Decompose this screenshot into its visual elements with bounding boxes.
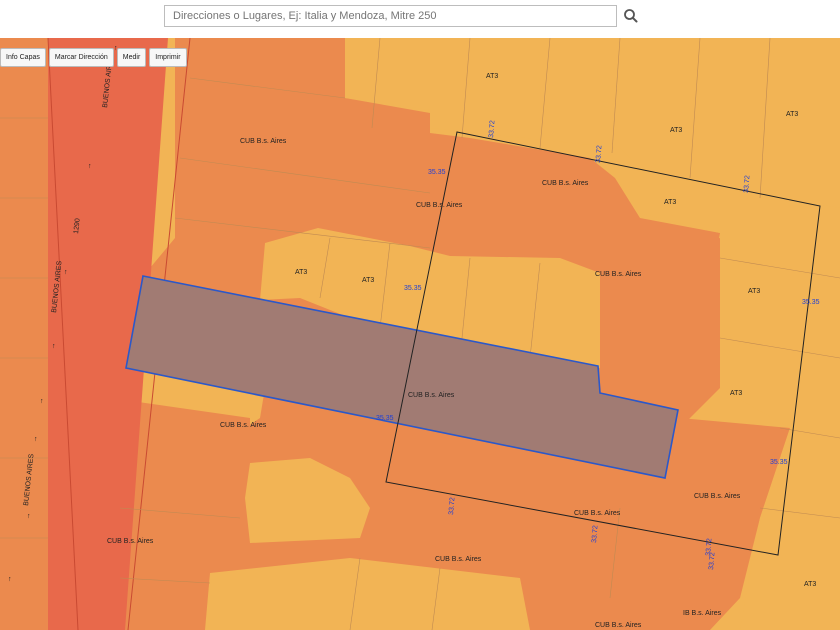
zone-label-at3: AT3 <box>748 288 760 295</box>
dimension-label: 35.35 <box>770 459 788 466</box>
search-input[interactable] <box>164 5 617 27</box>
search-button[interactable] <box>622 6 640 26</box>
dimension-label: 35.35 <box>376 415 394 422</box>
arrow-up-icon: ↑ <box>27 513 31 520</box>
zone-label-at3: AT3 <box>486 73 498 80</box>
zone-label-cub: CUB B.s. Aires <box>574 510 621 517</box>
mark-address-button[interactable]: Marcar Dirección <box>48 48 114 67</box>
top-bar <box>0 0 840 39</box>
zone-label-cub: CUB B.s. Aires <box>107 538 154 545</box>
dimension-label: 35.35 <box>404 285 422 292</box>
measure-button[interactable]: Medir <box>116 48 147 67</box>
zone-label-at3: AT3 <box>362 277 374 284</box>
arrow-up-icon: ↑ <box>52 343 56 350</box>
info-layers-button[interactable]: Info Capas <box>0 48 46 67</box>
arrow-up-icon: ↑ <box>64 269 68 276</box>
zone-label-cub: CUB B.s. Aires <box>595 622 642 629</box>
zone-label-cub: CUB B.s. Aires <box>416 202 463 209</box>
zone-label-cub: CUB B.s. Aires <box>694 493 741 500</box>
zone-label-at3: AT3 <box>670 127 682 134</box>
search-icon <box>624 9 638 23</box>
map-view[interactable]: AT3 AT3 AT3 AT3 AT3 AT3 AT3 AT3 AT3 CUB … <box>0 38 840 630</box>
zone-label-cub: CUB B.s. Aires <box>240 138 287 145</box>
zone-label-cub: CUB B.s. Aires <box>595 271 642 278</box>
zone-label-cub-alt: IB B.s. Aires <box>683 610 722 617</box>
zone-label-cub: CUB B.s. Aires <box>220 422 267 429</box>
zone-label-at3: AT3 <box>786 111 798 118</box>
zone-label-cub: CUB B.s. Aires <box>435 556 482 563</box>
zone-label-cub: CUB B.s. Aires <box>408 392 455 399</box>
map-canvas[interactable]: AT3 AT3 AT3 AT3 AT3 AT3 AT3 AT3 AT3 CUB … <box>0 38 840 630</box>
arrow-up-icon: ↑ <box>8 576 12 583</box>
cub-zone-left-strip <box>0 38 48 630</box>
zone-label-at3: AT3 <box>664 199 676 206</box>
zone-label-at3: AT3 <box>295 269 307 276</box>
dimension-label: 35.35 <box>428 169 446 176</box>
zone-label-at3: AT3 <box>804 581 816 588</box>
dimension-label: 35.35 <box>802 299 820 306</box>
arrow-up-icon: ↑ <box>34 436 38 443</box>
map-toolbar: Info Capas Marcar Dirección Medir Imprim… <box>0 48 187 67</box>
zone-label-at3: AT3 <box>730 390 742 397</box>
arrow-up-icon: ↑ <box>40 398 44 405</box>
zone-label-cub: CUB B.s. Aires <box>542 180 589 187</box>
arrow-up-icon: ↑ <box>88 163 92 170</box>
print-button[interactable]: Imprimir <box>149 48 187 67</box>
